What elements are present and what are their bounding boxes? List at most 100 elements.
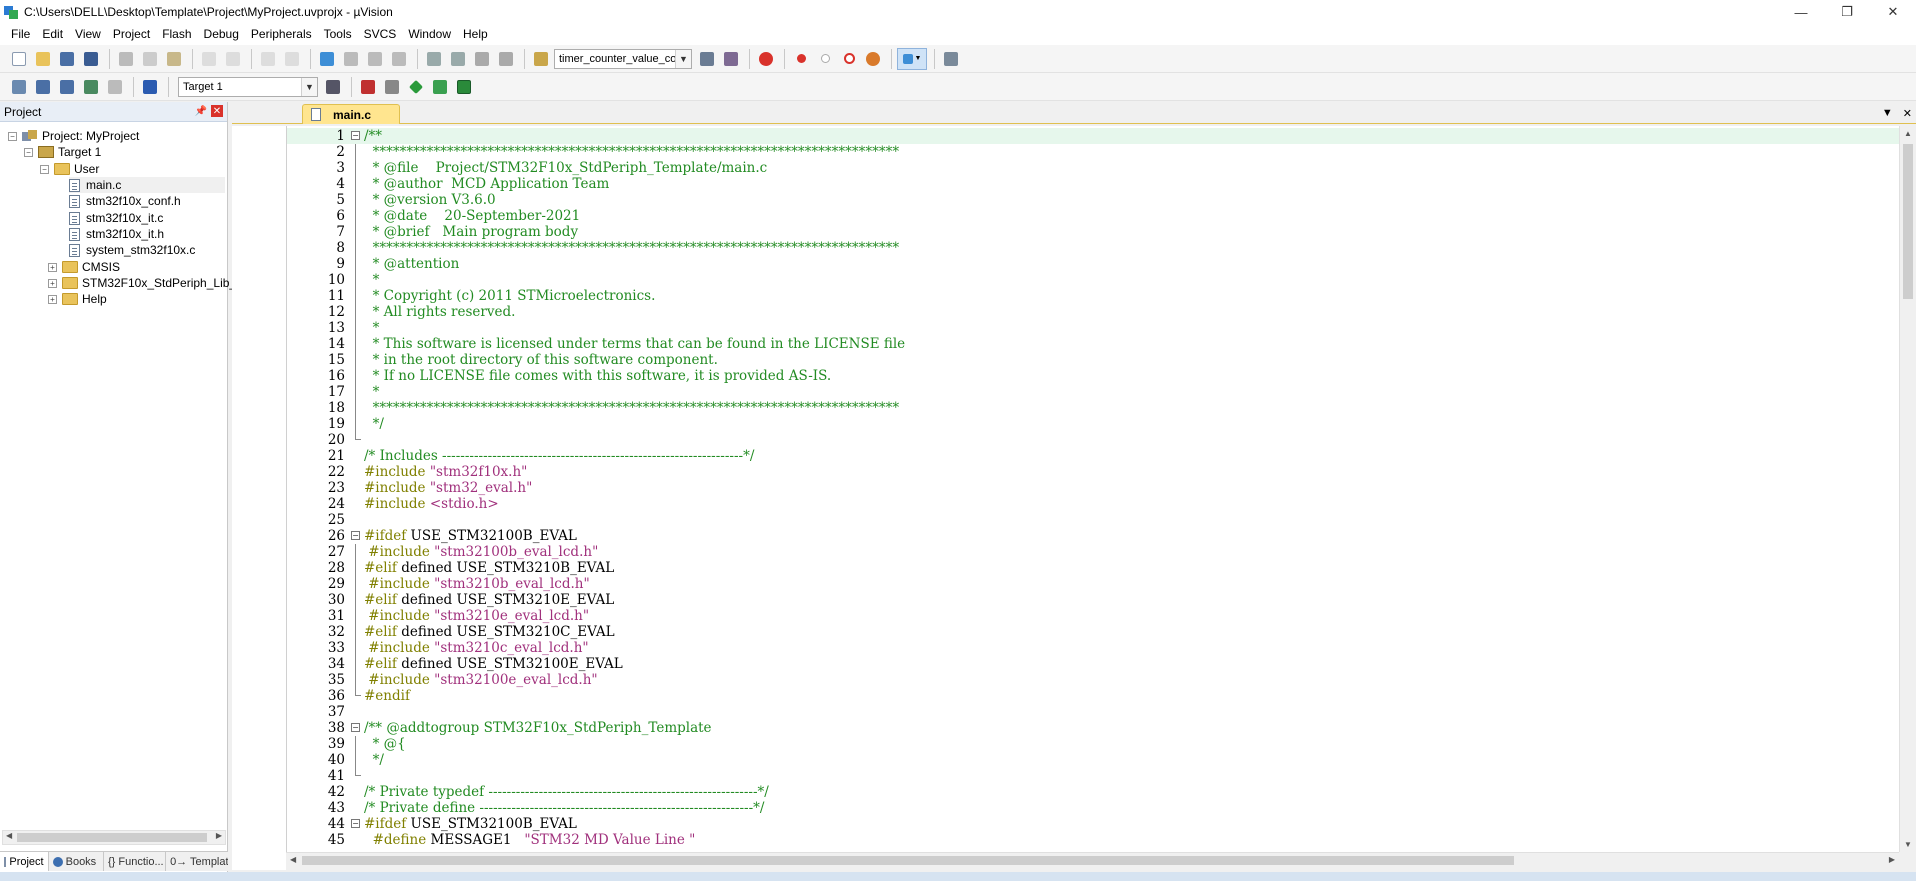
- disable-all-breakpoints-button[interactable]: [838, 48, 860, 70]
- clear-bookmarks-button[interactable]: [388, 48, 410, 70]
- code-line[interactable]: 17 *: [287, 384, 1901, 400]
- prev-bookmark-button[interactable]: [340, 48, 362, 70]
- scroll-left-icon[interactable]: ◀: [290, 855, 296, 864]
- code-line[interactable]: 18 *************************************…: [287, 400, 1901, 416]
- fold-collapse-icon[interactable]: −: [351, 531, 360, 540]
- restore-button[interactable]: ❐: [1824, 0, 1870, 24]
- target-options-button[interactable]: [322, 76, 344, 98]
- window-layout-button[interactable]: ▼: [897, 47, 927, 70]
- code-line[interactable]: 25: [287, 512, 1901, 528]
- menu-window[interactable]: Window: [402, 24, 457, 45]
- minimize-button[interactable]: —: [1778, 0, 1824, 24]
- pack-installer-button[interactable]: [429, 76, 451, 98]
- code-line[interactable]: 21 /* Includes --------------------------…: [287, 448, 1901, 464]
- redo-button[interactable]: [222, 48, 244, 70]
- code-line[interactable]: 38−/** @addtogroup STM32F10x_StdPeriph_T…: [287, 720, 1901, 736]
- next-bookmark-button[interactable]: [364, 48, 386, 70]
- editor-hscroll[interactable]: ◀ ▶: [286, 852, 1899, 868]
- tree-item-file[interactable]: stm32f10x_it.c: [69, 210, 163, 226]
- incremental-find-button[interactable]: [720, 48, 742, 70]
- project-panel-hscroll[interactable]: ◀ ▶: [2, 830, 226, 845]
- code-line[interactable]: 39 * @{: [287, 736, 1901, 752]
- enable-breakpoint-button[interactable]: [814, 48, 836, 70]
- find-button[interactable]: [696, 48, 718, 70]
- code-line[interactable]: 12 * All rights reserved.: [287, 304, 1901, 320]
- code-line[interactable]: 16 * If no LICENSE file comes with this …: [287, 368, 1901, 384]
- navigate-back-button[interactable]: [257, 48, 279, 70]
- tab-list-icon[interactable]: ▼: [1882, 107, 1893, 120]
- menu-view[interactable]: View: [69, 24, 107, 45]
- configure-button[interactable]: [940, 48, 962, 70]
- menu-edit[interactable]: Edit: [36, 24, 69, 45]
- tab-books[interactable]: Books: [49, 852, 104, 871]
- code-line[interactable]: 2 **************************************…: [287, 144, 1901, 160]
- code-line[interactable]: 7 * @brief Main program body: [287, 224, 1901, 240]
- code-line[interactable]: 11 * Copyright (c) 2011 STMicroelectroni…: [287, 288, 1901, 304]
- find-in-files-button[interactable]: [530, 48, 552, 70]
- code-line[interactable]: 1−/**: [287, 128, 1901, 144]
- paste-button[interactable]: [163, 48, 185, 70]
- comment-button[interactable]: [471, 48, 493, 70]
- chevron-down-icon[interactable]: ▼: [301, 77, 317, 96]
- code-line[interactable]: 29 #include "stm3210b_eval_lcd.h": [287, 576, 1901, 592]
- scroll-down-icon[interactable]: ▼: [1904, 840, 1912, 849]
- select-packs-button[interactable]: [381, 76, 403, 98]
- fold-collapse-icon[interactable]: −: [351, 131, 360, 140]
- tree-item-file[interactable]: main.c: [69, 177, 225, 193]
- code-line[interactable]: 33 #include "stm3210c_eval_lcd.h": [287, 640, 1901, 656]
- manage-rte-button[interactable]: [405, 76, 427, 98]
- tree-item-project[interactable]: − Project: MyProject: [8, 128, 139, 144]
- code-line[interactable]: 15 * in the root directory of this softw…: [287, 352, 1901, 368]
- menu-peripherals[interactable]: Peripherals: [245, 24, 318, 45]
- code-line[interactable]: 19 */: [287, 416, 1901, 432]
- code-line[interactable]: 26− #ifdef USE_STM32100B_EVAL: [287, 528, 1901, 544]
- expand-icon[interactable]: +: [48, 294, 57, 304]
- code-line[interactable]: 23 #include "stm32_eval.h": [287, 480, 1901, 496]
- navigate-forward-button[interactable]: [281, 48, 303, 70]
- rte-view-button[interactable]: [453, 76, 475, 98]
- collapse-icon[interactable]: −: [24, 147, 33, 157]
- save-button[interactable]: [56, 48, 78, 70]
- tree-item-group-help[interactable]: + Help: [48, 291, 107, 307]
- tab-project[interactable]: Project: [0, 852, 49, 871]
- editor-vscroll[interactable]: ▲ ▼: [1899, 126, 1916, 852]
- expand-icon[interactable]: +: [48, 262, 57, 272]
- code-editor[interactable]: 1−/** 2 *********************************…: [286, 126, 1901, 852]
- bookmark-button[interactable]: [316, 48, 338, 70]
- code-line[interactable]: 6 * @date 20-September-2021: [287, 208, 1901, 224]
- download-button[interactable]: [139, 76, 161, 98]
- manage-project-items-button[interactable]: [357, 76, 379, 98]
- code-line[interactable]: 5 * @version V3.6.0: [287, 192, 1901, 208]
- code-line[interactable]: 24 #include <stdio.h>: [287, 496, 1901, 512]
- code-line[interactable]: 43 /* Private define --------------------…: [287, 800, 1901, 816]
- code-line[interactable]: 30 #elif defined USE_STM3210E_EVAL: [287, 592, 1901, 608]
- tree-item-group-cmsis[interactable]: + CMSIS: [48, 259, 120, 275]
- code-line[interactable]: 40 */: [287, 752, 1901, 768]
- menu-tools[interactable]: Tools: [318, 24, 358, 45]
- stop-build-button[interactable]: [104, 76, 126, 98]
- code-line[interactable]: 41: [287, 768, 1901, 784]
- code-line[interactable]: 31 #include "stm3210e_eval_lcd.h": [287, 608, 1901, 624]
- tab-functions[interactable]: {} Functio...: [104, 852, 167, 871]
- code-line[interactable]: 42 /* Private typedef -------------------…: [287, 784, 1901, 800]
- code-line[interactable]: 10 *: [287, 272, 1901, 288]
- scroll-left-icon[interactable]: ◀: [6, 831, 12, 840]
- panel-close-icon[interactable]: ✕: [211, 105, 223, 117]
- rebuild-button[interactable]: [56, 76, 78, 98]
- code-line[interactable]: 28 #elif defined USE_STM3210B_EVAL: [287, 560, 1901, 576]
- tree-item-target[interactable]: − Target 1: [24, 144, 101, 160]
- close-tab-icon[interactable]: ✕: [1903, 107, 1912, 120]
- cut-button[interactable]: [115, 48, 137, 70]
- debug-session-button[interactable]: [755, 48, 777, 70]
- code-line[interactable]: 35 #include "stm32100e_eval_lcd.h": [287, 672, 1901, 688]
- unindent-button[interactable]: [447, 48, 469, 70]
- scroll-thumb[interactable]: [17, 833, 207, 842]
- collapse-icon[interactable]: −: [40, 164, 49, 174]
- insert-breakpoint-button[interactable]: [790, 48, 812, 70]
- code-line[interactable]: 9 * @attention: [287, 256, 1901, 272]
- code-line[interactable]: 27 #include "stm32100b_eval_lcd.h": [287, 544, 1901, 560]
- find-combo[interactable]: timer_counter_value_con ▼: [554, 48, 692, 69]
- fold-collapse-icon[interactable]: −: [351, 723, 360, 732]
- scroll-right-icon[interactable]: ▶: [216, 831, 222, 840]
- fold-collapse-icon[interactable]: −: [351, 819, 360, 828]
